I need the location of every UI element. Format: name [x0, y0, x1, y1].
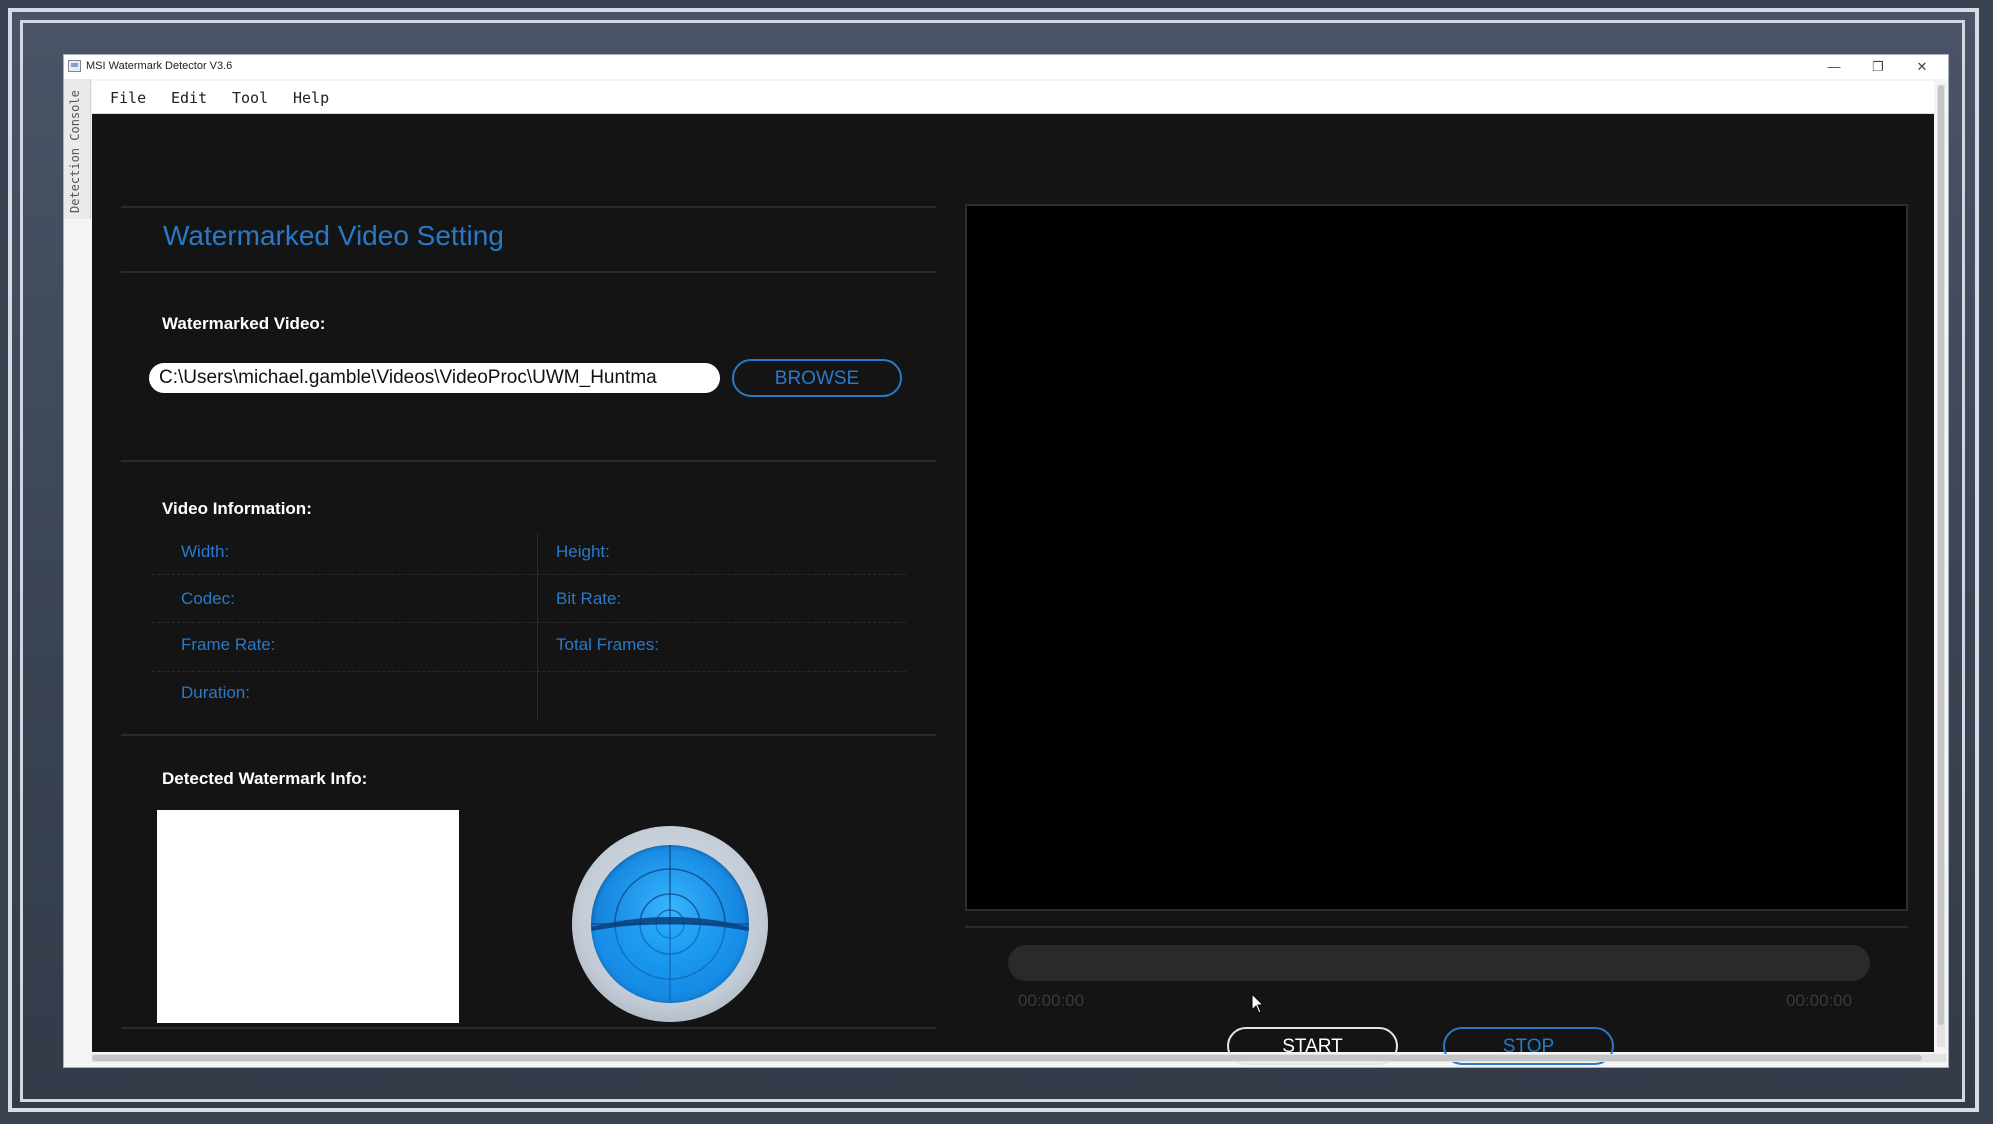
info-totalframes-label: Total Frames:: [556, 635, 659, 654]
info-duration-label: Duration:: [181, 683, 250, 702]
title-bar: MSI Watermark Detector V3.6 — ❐ ✕: [64, 55, 1948, 79]
seek-bar[interactable]: [1008, 945, 1870, 981]
window-title: MSI Watermark Detector V3.6: [86, 60, 233, 72]
vertical-scroll-thumb[interactable]: [1938, 85, 1944, 1025]
side-tab-detection-console[interactable]: Detection Console: [64, 79, 91, 219]
radar-dial: [591, 845, 749, 1003]
divider: [121, 206, 936, 208]
menu-tool[interactable]: Tool: [232, 89, 268, 107]
info-row-divider: [152, 574, 906, 575]
app-icon: [68, 60, 81, 72]
video-path-input[interactable]: [149, 363, 720, 393]
menu-edit[interactable]: Edit: [171, 89, 207, 107]
menu-file[interactable]: File: [110, 89, 146, 107]
divider: [965, 926, 1908, 928]
radar-graphic: [591, 845, 749, 1003]
info-row-divider: [152, 622, 906, 623]
info-codec-label: Codec:: [181, 589, 235, 608]
restore-icon[interactable]: ❐: [1858, 57, 1898, 77]
info-width-label: Width:: [181, 542, 230, 561]
video-preview: [965, 204, 1908, 911]
browse-button[interactable]: BROWSE: [732, 359, 902, 397]
side-tab-label: Detection Console: [68, 90, 82, 213]
horizontal-scrollbar[interactable]: [92, 1054, 1946, 1062]
settings-title: Watermarked Video Setting: [163, 220, 504, 251]
video-information-label: Video Information:: [162, 499, 312, 518]
horizontal-scroll-thumb[interactable]: [92, 1055, 1922, 1061]
close-icon[interactable]: ✕: [1902, 57, 1942, 77]
info-row-divider: [152, 671, 906, 672]
main-panel: Watermarked Video Setting Watermarked Vi…: [92, 114, 1934, 1065]
divider: [121, 1027, 936, 1029]
info-bitrate-label: Bit Rate:: [556, 589, 622, 608]
minimize-icon[interactable]: —: [1814, 57, 1854, 77]
time-total: 00:00:00: [1786, 991, 1853, 1010]
info-column-divider: [537, 534, 538, 720]
watermarked-video-label: Watermarked Video:: [162, 314, 326, 333]
menu-bar: File Edit Tool Help: [92, 81, 1934, 114]
time-current: 00:00:00: [1018, 991, 1085, 1010]
divider: [121, 460, 936, 462]
vertical-scrollbar[interactable]: [1937, 85, 1945, 1047]
mouse-cursor-icon: [1251, 993, 1265, 1014]
divider: [121, 271, 936, 273]
info-framerate-label: Frame Rate:: [181, 635, 276, 654]
radar-icon: [572, 826, 768, 1022]
info-height-label: Height:: [556, 542, 610, 561]
app-window: MSI Watermark Detector V3.6 — ❐ ✕ Detect…: [64, 55, 1948, 1067]
menu-help[interactable]: Help: [293, 89, 329, 107]
detected-watermark-label: Detected Watermark Info:: [162, 769, 368, 788]
watermark-preview: [157, 810, 459, 1023]
divider: [121, 734, 936, 736]
